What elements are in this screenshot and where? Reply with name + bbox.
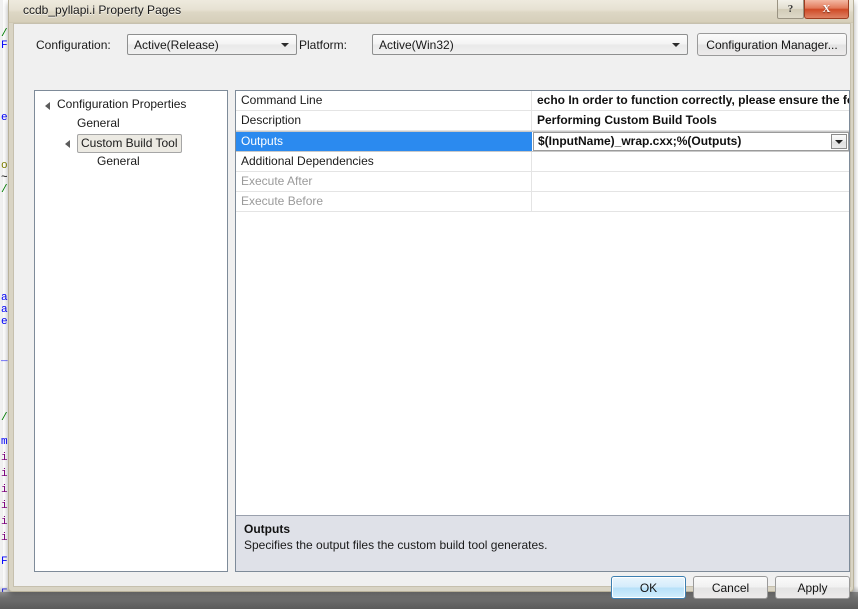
property-value[interactable]: $(InputName)_wrap.cxx;%(Outputs) [533, 132, 849, 151]
property-name: Execute After [236, 172, 532, 191]
tree-node-general[interactable]: General [35, 152, 227, 171]
code-fragment: / [1, 28, 8, 40]
property-name: Description [236, 111, 532, 130]
ok-button[interactable]: OK [611, 576, 686, 599]
description-pane: Outputs Specifies the output files the c… [236, 515, 849, 571]
property-name: Execute Before [236, 192, 532, 211]
property-value[interactable]: echo In order to function correctly, ple… [533, 91, 849, 110]
tree-node-label: General [77, 116, 120, 130]
code-fragment: e [1, 112, 8, 124]
property-pages-dialog: ccdb_pyllapi.i Property Pages ? X Config… [8, 0, 854, 599]
code-fragment: / [1, 412, 8, 424]
dialog-title: ccdb_pyllapi.i Property Pages [23, 3, 182, 17]
configuration-label: Configuration: [36, 38, 111, 52]
platform-label: Platform: [299, 38, 348, 52]
table-row[interactable]: Description Performing Custom Build Tools [236, 111, 849, 131]
expander-icon[interactable] [65, 140, 70, 148]
configuration-value: Active(Release) [134, 38, 219, 52]
code-fragment: i [1, 516, 8, 528]
description-title: Outputs [244, 522, 290, 536]
table-row[interactable]: Execute After [236, 172, 849, 192]
expander-icon[interactable] [45, 102, 50, 110]
property-name: Outputs [236, 132, 532, 151]
tree-node-label: Configuration Properties [57, 97, 187, 111]
property-value[interactable]: Performing Custom Build Tools [533, 111, 849, 130]
code-fragment: i [1, 500, 8, 512]
code-fragment: _ [1, 352, 8, 364]
property-value[interactable] [533, 172, 849, 191]
tree-node-general[interactable]: General [35, 114, 227, 133]
code-fragment: e [1, 316, 8, 328]
chevron-down-icon [281, 43, 289, 47]
chevron-down-icon [672, 43, 680, 47]
table-row[interactable]: Additional Dependencies [236, 152, 849, 172]
property-grid-rows: Command Line echo In order to function co… [236, 91, 849, 212]
code-fragment: ~ [1, 172, 8, 184]
dialog-title-bar: ccdb_pyllapi.i Property Pages ? X [9, 0, 853, 23]
code-fragment: F [1, 556, 8, 568]
code-fragment: o [1, 160, 8, 172]
code-fragment: F [1, 40, 8, 52]
tree-node-label: Custom Build Tool [77, 134, 182, 153]
tree-node-label: General [97, 154, 140, 168]
platform-value: Active(Win32) [379, 38, 454, 52]
code-fragment: i [1, 468, 8, 480]
help-icon[interactable]: ? [777, 0, 804, 19]
close-icon[interactable]: X [804, 0, 849, 19]
description-text: Specifies the output files the custom bu… [244, 538, 548, 552]
property-tree[interactable]: Configuration Properties General Custom Bu… [34, 90, 228, 572]
tree-node-custom-build-tool[interactable]: Custom Build Tool [35, 133, 227, 153]
code-fragment: m [1, 436, 8, 448]
code-fragment: a [1, 304, 8, 316]
property-grid[interactable]: Command Line echo In order to function co… [235, 90, 850, 572]
property-name: Command Line [236, 91, 532, 110]
table-row[interactable]: Execute Before [236, 192, 849, 212]
dialog-client-area: Configuration: Active(Release) Platform:… [13, 23, 851, 599]
code-fragment: i [1, 452, 8, 464]
platform-dropdown[interactable]: Active(Win32) [372, 34, 688, 55]
apply-button[interactable]: Apply [775, 576, 850, 599]
table-row[interactable]: Outputs $(InputName)_wrap.cxx;%(Outputs) [236, 131, 849, 152]
property-value[interactable] [533, 152, 849, 171]
property-value[interactable] [533, 192, 849, 211]
table-row[interactable]: Command Line echo In order to function co… [236, 91, 849, 111]
value-dropdown-button[interactable] [831, 134, 847, 149]
code-fragment: i [1, 532, 8, 544]
configuration-manager-button[interactable]: Configuration Manager... [697, 33, 847, 56]
code-fragment: i [1, 484, 8, 496]
code-fragment: a [1, 292, 8, 304]
configuration-toolbar: Configuration: Active(Release) Platform:… [14, 24, 850, 62]
configuration-dropdown[interactable]: Active(Release) [127, 34, 297, 55]
property-name: Additional Dependencies [236, 152, 532, 171]
chevron-down-icon [835, 139, 843, 144]
cancel-button[interactable]: Cancel [693, 576, 768, 599]
code-fragment: / [1, 184, 8, 196]
tree-node-configuration-properties[interactable]: Configuration Properties [35, 95, 227, 114]
